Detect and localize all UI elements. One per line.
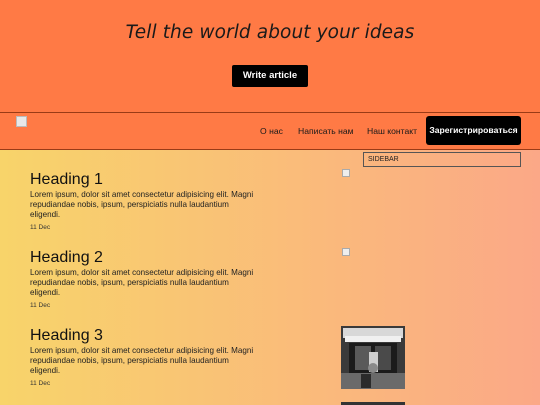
post-date: 11 Dec xyxy=(30,302,51,309)
post-item: Heading 1 Lorem ipsum, dolor sit amet co… xyxy=(30,171,260,231)
post-excerpt: Lorem ipsum, dolor sit amet consectetur … xyxy=(30,268,254,297)
sidebar-box: SIDEBAR xyxy=(363,152,521,167)
post-excerpt: Lorem ipsum, dolor sit amet consectetur … xyxy=(30,346,254,375)
nav-bar: О нас Написать нам Наш контакт Зарегистр… xyxy=(0,112,540,150)
post-date: 11 Dec xyxy=(30,224,51,231)
hero-title: Tell the world about your ideas xyxy=(125,22,415,43)
register-button[interactable]: Зарегистрироваться xyxy=(426,116,521,145)
post-title[interactable]: Heading 3 xyxy=(30,327,260,345)
logo-broken-image-icon[interactable] xyxy=(16,116,27,127)
nav-link-contact[interactable]: Наш контакт xyxy=(367,113,417,149)
post-title[interactable]: Heading 2 xyxy=(30,249,260,267)
nav-link-about[interactable]: О нас xyxy=(260,113,283,149)
write-article-button[interactable]: Write article xyxy=(232,65,308,87)
nav-link-write-us[interactable]: Написать нам xyxy=(298,113,354,149)
post-excerpt: Lorem ipsum, dolor sit amet consectetur … xyxy=(30,190,254,219)
post-item: Heading 3 Lorem ipsum, dolor sit amet co… xyxy=(30,327,260,387)
post-image-broken-icon xyxy=(342,169,350,177)
post-image-storefront xyxy=(341,326,405,389)
hero-banner: Tell the world about your ideas Write ar… xyxy=(0,0,540,112)
post-date: 11 Dec xyxy=(30,380,51,387)
post-title[interactable]: Heading 1 xyxy=(30,171,260,189)
post-item: Heading 2 Lorem ipsum, dolor sit amet co… xyxy=(30,249,260,309)
storefront-photo-icon xyxy=(341,326,405,389)
post-image-broken-icon xyxy=(342,248,350,256)
